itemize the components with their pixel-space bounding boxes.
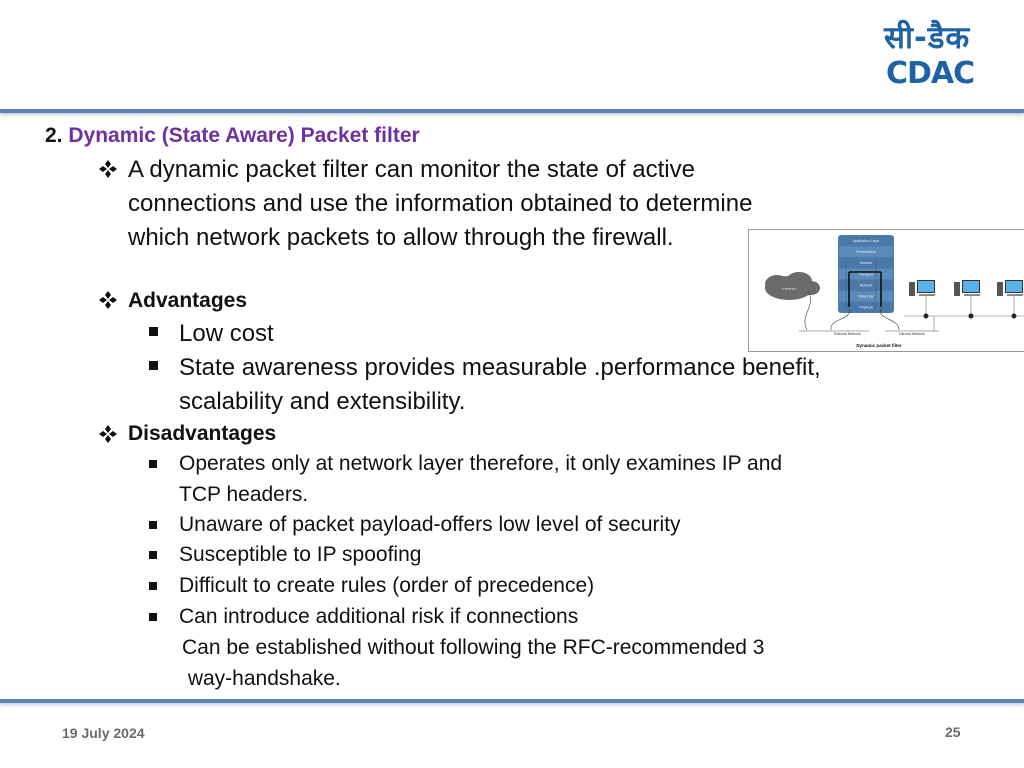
computer-icon (954, 280, 980, 319)
osi-layer-label: Physical (859, 306, 872, 310)
diamond-bullet-icon (99, 425, 117, 443)
square-bullet-icon (149, 361, 158, 370)
square-bullet-icon (149, 613, 157, 621)
dynamic-packet-filter-figure: Internet Application Layer Presentation Se… (748, 229, 1024, 352)
external-network-label: External Network (834, 332, 861, 336)
intro-line-1: A dynamic packet filter can monitor the … (128, 156, 695, 183)
square-bullet-icon (149, 582, 157, 590)
intro-line-2: connections and use the information obta… (128, 190, 753, 217)
square-bullet-icon (149, 327, 158, 336)
intro-line-3: which network packets to allow through t… (128, 224, 674, 251)
advantages-label: Advantages (128, 289, 248, 312)
diamond-bullet-icon (99, 291, 117, 309)
osi-layer-stack: Application Layer Presentation Session Tran… (838, 235, 894, 313)
disadvantage-item-continued: TCP headers. (179, 483, 309, 506)
advantage-item-continued: scalability and extensibility. (179, 388, 466, 415)
advantage-item: Low cost (179, 320, 274, 347)
disadvantage-item: Susceptible to IP spoofing (179, 543, 422, 566)
logo-latin-text: CDAC (886, 56, 975, 91)
osi-layer-label: Session (860, 261, 873, 265)
diamond-bullet-icon (99, 160, 117, 178)
square-bullet-icon (149, 551, 157, 559)
heading-number: 2. (45, 124, 63, 147)
disadvantage-item: Unaware of packet payload-offers low lev… (179, 513, 681, 536)
logo-hindi-text: सी-डैक (884, 20, 971, 56)
header-divider (0, 109, 1024, 113)
disadvantage-item-continued: Can be established without following the… (182, 636, 765, 659)
footer-divider (0, 699, 1024, 703)
square-bullet-icon (149, 521, 157, 529)
internal-network-label: Internal Network (899, 332, 925, 336)
disadvantages-label: Disadvantages (128, 422, 277, 445)
heading-title: Dynamic (State Aware) Packet filter (68, 124, 420, 147)
advantage-item: State awareness provides measurable .per… (179, 354, 821, 381)
disadvantage-item: Can introduce additional risk if connect… (179, 605, 579, 628)
disadvantage-item: Operates only at network layer therefore… (179, 452, 783, 475)
cloud-label: Internet (782, 286, 796, 291)
disadvantage-item: Difficult to create rules (order of prec… (179, 574, 595, 597)
cdac-logo: सी-डैक CDAC (884, 20, 988, 90)
osi-layer-label: Network (860, 283, 873, 287)
disadvantage-item-continued: way-handshake. (182, 667, 341, 690)
footer-date: 19 July 2024 (62, 725, 145, 741)
osi-layer-label: Application Layer (853, 239, 881, 243)
osi-layer-label: Presentation (856, 250, 876, 254)
osi-layer-label: Data Link (859, 295, 874, 299)
slide-heading: 2. Dynamic (State Aware) Packet filter (45, 124, 420, 148)
computer-icon (997, 280, 1023, 319)
page-number: 25 (945, 724, 961, 740)
square-bullet-icon (149, 460, 157, 468)
figure-caption: Dynamic packet filter (856, 343, 902, 348)
computer-icon (909, 280, 935, 319)
osi-layer-label: Transport (859, 272, 874, 276)
